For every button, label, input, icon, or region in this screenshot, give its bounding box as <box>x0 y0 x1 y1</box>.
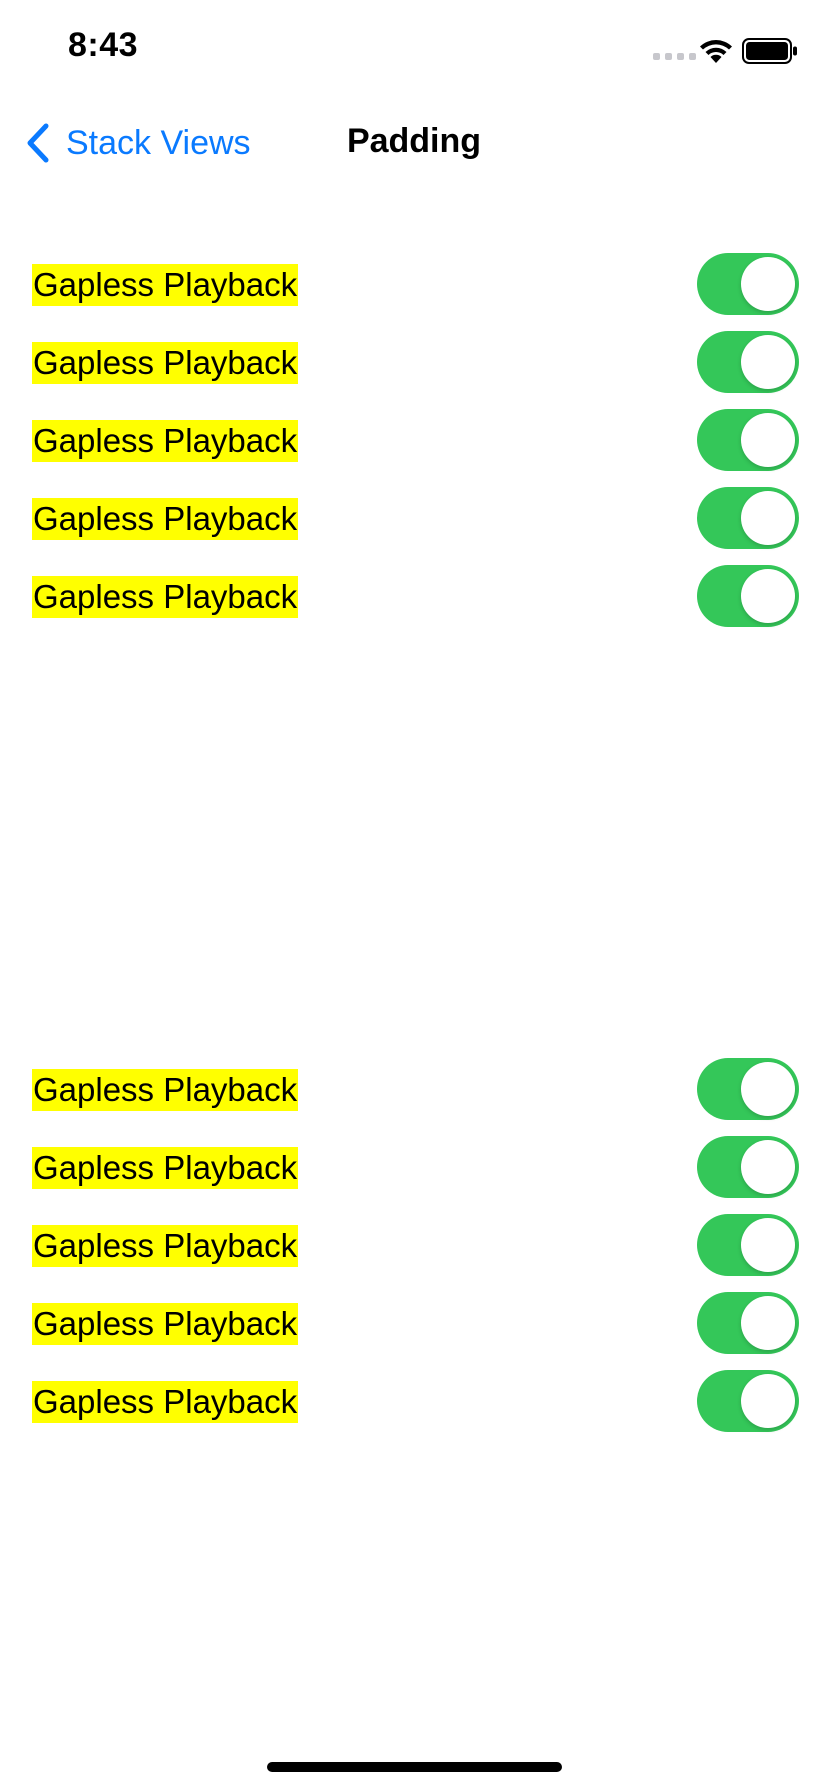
toggle-knob <box>741 1374 795 1428</box>
row-label: Gapless Playback <box>32 1225 299 1267</box>
wifi-icon <box>700 40 732 63</box>
row-label: Gapless Playback <box>32 1147 299 1189</box>
battery-icon <box>742 38 797 64</box>
toggle-switch[interactable] <box>697 1370 799 1432</box>
toggle-switch[interactable] <box>697 1292 799 1354</box>
row-label: Gapless Playback <box>32 420 299 462</box>
toggle-knob <box>741 1062 795 1116</box>
toggle-stack-top: Gapless Playback Gapless Playback Gaples… <box>0 250 828 640</box>
list-item: Gapless Playback <box>0 250 828 328</box>
list-item: Gapless Playback <box>0 1055 828 1133</box>
status-bar: 8:43 <box>0 0 828 100</box>
toggle-knob <box>741 569 795 623</box>
list-item: Gapless Playback <box>0 562 828 640</box>
toggle-knob <box>741 257 795 311</box>
row-label: Gapless Playback <box>32 264 299 306</box>
toggle-knob <box>741 1296 795 1350</box>
row-label: Gapless Playback <box>32 498 299 540</box>
row-label: Gapless Playback <box>32 1381 299 1423</box>
cellular-signal-icon <box>653 53 696 60</box>
navigation-bar: Stack Views Padding <box>0 100 828 188</box>
list-item: Gapless Playback <box>0 1211 828 1289</box>
toggle-knob <box>741 335 795 389</box>
list-item: Gapless Playback <box>0 328 828 406</box>
list-item: Gapless Playback <box>0 1133 828 1211</box>
toggle-knob <box>741 1218 795 1272</box>
page-title: Padding <box>346 122 482 160</box>
status-time: 8:43 <box>68 26 139 64</box>
toggle-switch[interactable] <box>697 1058 799 1120</box>
toggle-knob <box>741 413 795 467</box>
list-item: Gapless Playback <box>0 1289 828 1367</box>
toggle-knob <box>741 491 795 545</box>
row-label: Gapless Playback <box>32 576 299 618</box>
list-item: Gapless Playback <box>0 1367 828 1445</box>
toggle-switch[interactable] <box>697 409 799 471</box>
list-item: Gapless Playback <box>0 484 828 562</box>
toggle-stack-bottom: Gapless Playback Gapless Playback Gaples… <box>0 1055 828 1445</box>
toggle-switch[interactable] <box>697 565 799 627</box>
home-indicator[interactable] <box>267 1762 562 1772</box>
row-label: Gapless Playback <box>32 1303 299 1345</box>
toggle-switch[interactable] <box>697 253 799 315</box>
toggle-switch[interactable] <box>697 487 799 549</box>
row-label: Gapless Playback <box>32 342 299 384</box>
toggle-knob <box>741 1140 795 1194</box>
list-item: Gapless Playback <box>0 406 828 484</box>
row-label: Gapless Playback <box>32 1069 299 1111</box>
toggle-switch[interactable] <box>697 1214 799 1276</box>
toggle-switch[interactable] <box>697 331 799 393</box>
toggle-switch[interactable] <box>697 1136 799 1198</box>
